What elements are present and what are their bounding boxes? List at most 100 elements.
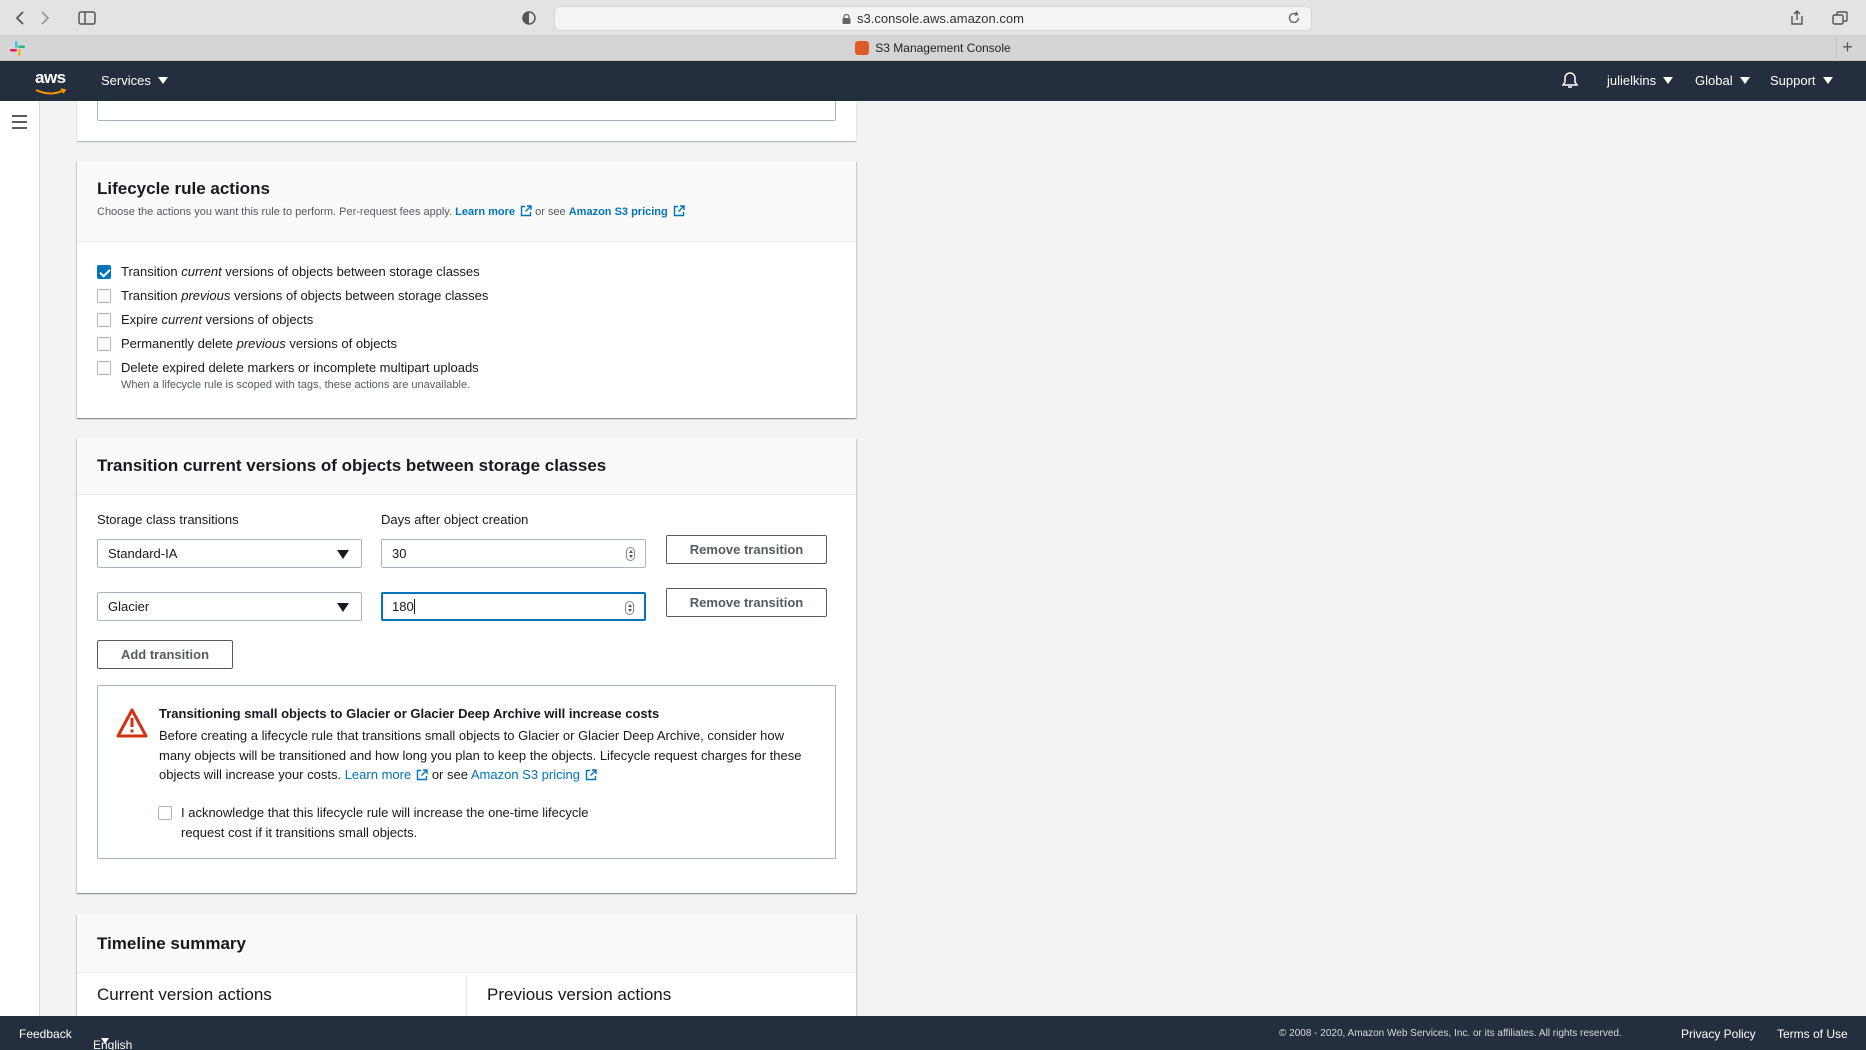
tab-title-text: S3 Management Console <box>875 41 1011 55</box>
terms-of-use-link[interactable]: Terms of Use <box>1777 1027 1848 1041</box>
checkbox[interactable] <box>97 313 111 327</box>
warning-text: Before creating a lifecycle rule that tr… <box>159 726 819 785</box>
notifications-bell-icon[interactable] <box>1562 71 1578 89</box>
input-value: 180 <box>392 599 414 614</box>
input-value: 30 <box>392 546 407 561</box>
privacy-policy-link[interactable]: Privacy Policy <box>1681 1027 1756 1041</box>
text-field[interactable] <box>97 101 836 121</box>
column-divider <box>466 976 467 1016</box>
option-label: Transition current versions of objects b… <box>121 264 480 279</box>
transition-header: Transition current versions of objects b… <box>77 438 856 495</box>
learn-more-link[interactable]: Learn more <box>345 767 411 782</box>
option-label: Delete expired delete markers or incompl… <box>121 360 479 391</box>
stepper-icon[interactable] <box>626 547 635 561</box>
add-transition-button[interactable]: Add transition <box>97 640 233 669</box>
previous-version-actions-heading: Previous version actions <box>487 985 672 1004</box>
lifecycle-actions-title: Lifecycle rule actions <box>97 179 270 198</box>
lock-icon <box>842 13 851 24</box>
s3-pricing-link[interactable]: Amazon S3 pricing <box>569 206 668 218</box>
option-delete-expired-markers[interactable]: Delete expired delete markers or incompl… <box>97 360 479 391</box>
timeline-panel: Timeline summary Current version actions… <box>77 914 856 1016</box>
external-link-icon <box>585 769 597 781</box>
new-tab-button[interactable]: + <box>1836 37 1858 58</box>
option-delete-previous[interactable]: Permanently delete previous versions of … <box>97 336 397 351</box>
language-label: English (US) <box>93 1038 133 1050</box>
services-menu[interactable]: Services <box>101 73 168 88</box>
checkbox-checked[interactable] <box>97 265 111 279</box>
storage-class-select-2[interactable]: Glacier <box>97 592 362 621</box>
share-icon[interactable] <box>1785 7 1809 29</box>
learn-more-link[interactable]: Learn more <box>455 206 515 218</box>
account-menu[interactable]: julielkins <box>1607 73 1674 88</box>
lifecycle-actions-description: Choose the actions you want this rule to… <box>97 205 836 218</box>
tabs-overview-icon[interactable] <box>1828 7 1852 29</box>
stepper-icon[interactable] <box>625 601 634 615</box>
privacy-shield-icon[interactable] <box>517 7 541 29</box>
acknowledge-checkbox[interactable] <box>158 806 172 820</box>
s3-favicon-icon <box>855 41 870 55</box>
back-icon[interactable] <box>10 7 30 29</box>
option-label: Expire current versions of objects <box>121 312 314 327</box>
user-label: julielkins <box>1607 73 1657 88</box>
days-label: Days after object creation <box>381 512 529 527</box>
side-navigation <box>0 101 40 1016</box>
active-tab[interactable]: S3 Management Console <box>0 41 1866 55</box>
option-label: Permanently delete previous versions of … <box>121 336 398 351</box>
select-value: Glacier <box>108 599 150 614</box>
acknowledge-label: I acknowledge that this lifecycle rule w… <box>181 805 589 840</box>
dropdown-arrow-icon <box>337 603 349 612</box>
lifecycle-actions-panel: Lifecycle rule actions Choose the action… <box>77 161 856 418</box>
region-menu[interactable]: Global <box>1695 73 1750 88</box>
current-version-actions-heading: Current version actions <box>97 985 272 1004</box>
copyright-text: © 2008 - 2020, Amazon Web Services, Inc.… <box>1279 1028 1622 1039</box>
warning-icon <box>116 708 148 738</box>
or-see-text: or see <box>431 767 468 782</box>
external-link-icon <box>416 769 428 781</box>
warning-title: Transitioning small objects to Glacier o… <box>159 706 660 721</box>
address-bar[interactable]: s3.console.aws.amazon.com <box>554 6 1312 31</box>
select-value: Standard-IA <box>108 546 178 561</box>
option-note: When a lifecycle rule is scoped with tag… <box>121 379 471 391</box>
option-transition-current[interactable]: Transition current versions of objects b… <box>97 264 480 279</box>
sidebar-toggle-icon[interactable] <box>75 7 99 29</box>
option-expire-current[interactable]: Expire current versions of objects <box>97 312 313 327</box>
aws-top-nav: aws Services julielkins Global Support <box>0 61 1866 101</box>
checkbox[interactable] <box>97 289 111 303</box>
tab-strip: S3 Management Console + <box>0 36 1866 61</box>
days-input-2[interactable]: 180 <box>381 592 646 621</box>
remove-transition-button-2[interactable]: Remove transition <box>666 588 827 617</box>
acknowledge-option[interactable]: I acknowledge that this lifecycle rule w… <box>158 803 589 842</box>
timeline-header: Timeline summary <box>77 914 856 973</box>
storage-class-label: Storage class transitions <box>97 512 239 527</box>
previous-panel <box>77 101 856 141</box>
external-link-icon <box>673 205 685 217</box>
option-transition-previous[interactable]: Transition previous versions of objects … <box>97 288 488 303</box>
external-link-icon <box>520 205 532 217</box>
lifecycle-actions-header: Lifecycle rule actions Choose the action… <box>77 161 856 242</box>
checkbox[interactable] <box>97 361 111 375</box>
caret-down-icon <box>1739 77 1750 84</box>
support-menu[interactable]: Support <box>1770 73 1833 88</box>
days-input-1[interactable]: 30 <box>381 539 646 568</box>
browser-toolbar: s3.console.aws.amazon.com <box>0 0 1866 36</box>
remove-transition-button-1[interactable]: Remove transition <box>666 535 827 564</box>
caret-down-icon <box>157 77 168 84</box>
caret-down-icon <box>1822 77 1833 84</box>
transition-title: Transition current versions of objects b… <box>97 456 607 475</box>
cost-warning-alert: Transitioning small objects to Glacier o… <box>97 685 836 859</box>
or-see-text: or see <box>535 206 566 218</box>
reload-icon[interactable] <box>1287 11 1301 25</box>
console-footer: Feedback English (US) © 2008 - 2020, Ama… <box>0 1016 1866 1050</box>
caret-down-icon <box>101 1038 109 1044</box>
forward-icon[interactable] <box>35 7 55 29</box>
storage-class-select-1[interactable]: Standard-IA <box>97 539 362 568</box>
aws-logo-icon[interactable]: aws <box>35 67 67 95</box>
support-label: Support <box>1770 73 1816 88</box>
option-label: Transition previous versions of objects … <box>121 288 489 303</box>
checkbox[interactable] <box>97 337 111 351</box>
feedback-link[interactable]: Feedback <box>19 1027 72 1041</box>
menu-hamburger-icon[interactable] <box>12 115 27 133</box>
transition-panel: Transition current versions of objects b… <box>77 438 856 893</box>
dropdown-arrow-icon <box>337 550 349 559</box>
s3-pricing-link[interactable]: Amazon S3 pricing <box>471 767 580 782</box>
